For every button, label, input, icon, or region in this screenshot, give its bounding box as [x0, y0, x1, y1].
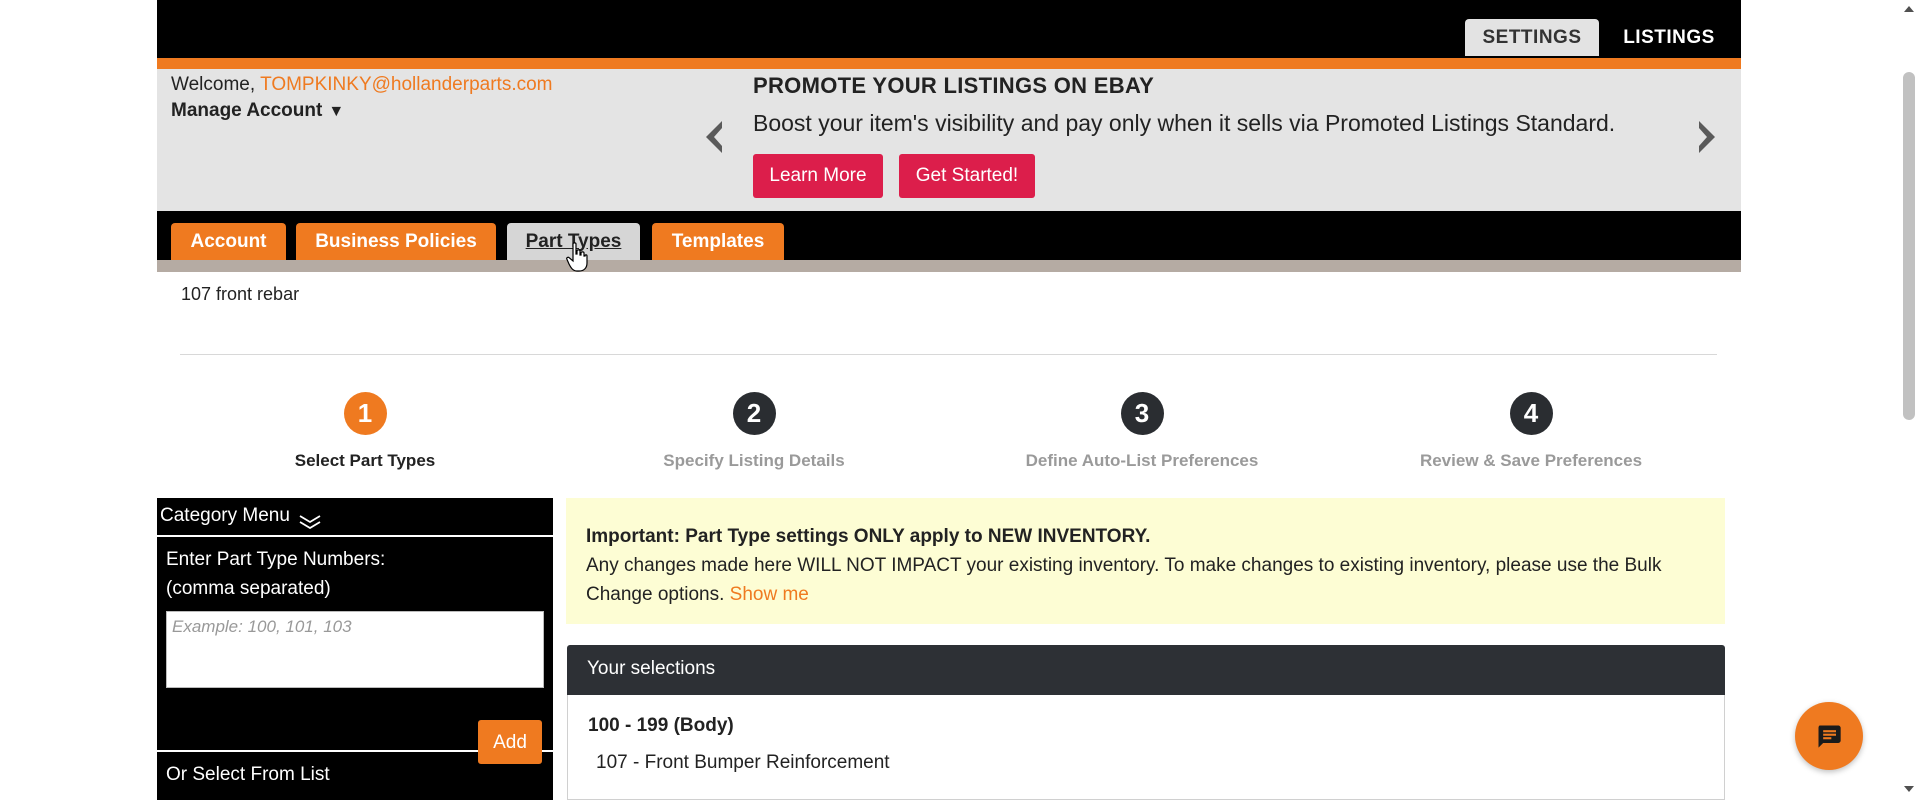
step-1: 1 Select Part Types	[215, 392, 515, 471]
header-accent-line	[157, 58, 1741, 69]
step-4: 4 Review & Save Preferences	[1381, 392, 1681, 471]
promo-title: PROMOTE YOUR LISTINGS ON EBAY	[753, 73, 1155, 98]
page-subtitle: 107 front rebar	[181, 284, 300, 304]
chat-bubble-icon	[1818, 725, 1841, 748]
category-menu-label: Category Menu	[160, 505, 290, 526]
step-3: 3 Define Auto-List Preferences	[992, 392, 1292, 471]
scroll-up-icon[interactable]	[1904, 6, 1914, 12]
vertical-scrollbar[interactable]	[1898, 0, 1920, 800]
step-label: Define Auto-List Preferences	[1025, 451, 1259, 470]
category-menu-toggle[interactable]: Category Menu	[157, 498, 553, 535]
nav-underline	[157, 260, 1741, 272]
scroll-down-icon[interactable]	[1904, 786, 1914, 792]
notice-body: Any changes made here WILL NOT IMPACT yo…	[586, 551, 1705, 609]
hand-cursor-icon	[566, 242, 588, 272]
double-chevron-down-icon	[299, 515, 321, 529]
chevron-right-icon[interactable]	[1691, 117, 1721, 157]
caret-down-icon: ▼	[328, 103, 345, 120]
part-type-numbers-input[interactable]: Example: 100, 101, 103	[166, 611, 544, 688]
tab-business-policies[interactable]: Business Policies	[296, 223, 496, 260]
important-notice: Important: Part Type settings ONLY apply…	[566, 498, 1725, 624]
account-email-link[interactable]: TOMPKINKY@hollanderparts.com	[260, 74, 552, 95]
category-sidebar: Category Menu Enter Part Type Numbers: (…	[157, 498, 553, 800]
step-2: 2 Specify Listing Details	[604, 392, 904, 471]
welcome-text: Welcome, TOMPKINKY@hollanderparts.com	[171, 74, 553, 96]
chat-button[interactable]	[1795, 702, 1863, 770]
step-number: 4	[1509, 392, 1553, 435]
step-number: 1	[343, 392, 387, 435]
tab-templates[interactable]: Templates	[652, 223, 784, 260]
add-button[interactable]: Add	[478, 720, 542, 764]
notice-heading: Important: Part Type settings ONLY apply…	[586, 526, 1151, 547]
app-root: SETTINGS LISTINGS Welcome, TOMPKINKY@hol…	[0, 0, 1920, 800]
enter-label-line1: Enter Part Type Numbers:	[166, 549, 386, 570]
divider	[180, 354, 1717, 355]
promo-text: Boost your item's visibility and pay onl…	[753, 110, 1616, 136]
selection-group: 100 - 199 (Body)	[588, 715, 734, 736]
step-number: 3	[1120, 392, 1164, 435]
enter-label-line2: (comma separated)	[166, 578, 331, 599]
step-number: 2	[732, 392, 776, 435]
step-label: Specify Listing Details	[663, 451, 845, 470]
top-bar: SETTINGS LISTINGS	[157, 0, 1741, 58]
step-label: Select Part Types	[294, 451, 436, 470]
scroll-thumb[interactable]	[1903, 72, 1915, 420]
get-started-button[interactable]: Get Started!	[899, 154, 1035, 198]
tab-settings[interactable]: SETTINGS	[1465, 19, 1599, 56]
promo-banner: Welcome, TOMPKINKY@hollanderparts.com Ma…	[157, 69, 1741, 211]
part-type-entry-panel: Enter Part Type Numbers: (comma separate…	[157, 537, 553, 764]
learn-more-button[interactable]: Learn More	[753, 154, 883, 198]
step-label: Review & Save Preferences	[1419, 451, 1643, 470]
manage-account-menu[interactable]: Manage Account ▼	[171, 100, 344, 122]
settings-nav: Account Business Policies Part Types Tem…	[157, 211, 1741, 260]
tab-listings[interactable]: LISTINGS	[1604, 19, 1734, 56]
selection-item[interactable]: 107 - Front Bumper Reinforcement	[596, 752, 1704, 774]
tab-account[interactable]: Account	[171, 223, 286, 260]
selections-header: Your selections	[567, 645, 1725, 695]
chevron-left-icon[interactable]	[700, 117, 730, 157]
manage-account-label: Manage Account	[171, 100, 323, 121]
show-me-link[interactable]: Show me	[730, 584, 809, 605]
welcome-prefix: Welcome,	[171, 74, 261, 95]
selections-body: 100 - 199 (Body) 107 - Front Bumper Rein…	[567, 695, 1725, 800]
